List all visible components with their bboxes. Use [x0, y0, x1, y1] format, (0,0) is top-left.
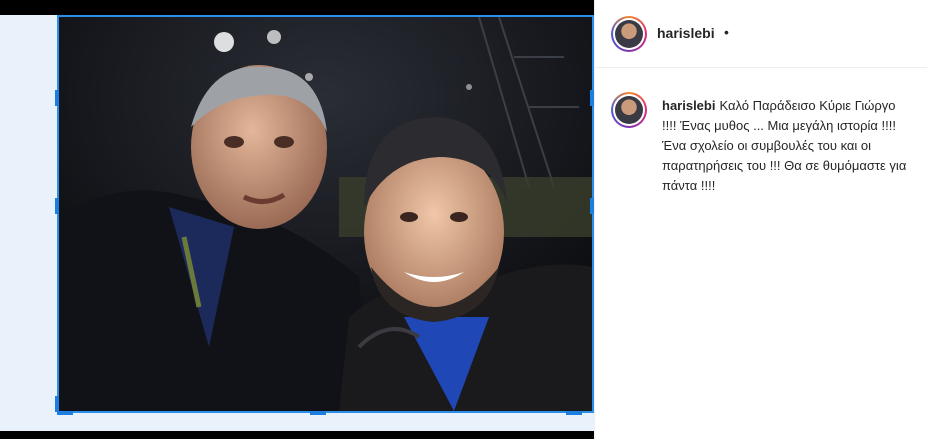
caption-username[interactable]: harislebi: [662, 98, 715, 113]
post-header: harislebi •: [595, 0, 927, 68]
bottom-black-bar: [0, 431, 594, 439]
avatar[interactable]: [611, 16, 647, 52]
caption-avatar[interactable]: [611, 92, 647, 128]
resize-handle-bottom-left[interactable]: [57, 411, 73, 415]
resize-handle-bottom-middle[interactable]: [310, 411, 326, 415]
post-side-panel: harislebi • harislebi Καλό Παράδεισο Κύρι…: [594, 0, 927, 439]
post-photo[interactable]: [57, 15, 594, 413]
top-black-bar: [0, 0, 594, 15]
caption-avatar-border: [613, 94, 645, 126]
resize-handle-bottom-right[interactable]: [566, 411, 582, 415]
photo-illustration: [59, 17, 592, 411]
resize-handle-left-bottom[interactable]: [55, 396, 59, 412]
avatar-border: [613, 18, 645, 50]
resize-handle-left-top[interactable]: [55, 90, 59, 106]
header-separator: •: [724, 24, 729, 40]
caption-avatar-photo-icon: [615, 96, 643, 124]
header-username[interactable]: harislebi: [657, 25, 715, 41]
post-caption: harislebi Καλό Παράδεισο Κύριε Γιώργο !!!…: [662, 96, 912, 196]
resize-handle-left-middle[interactable]: [55, 198, 59, 214]
avatar-photo-icon: [615, 20, 643, 48]
